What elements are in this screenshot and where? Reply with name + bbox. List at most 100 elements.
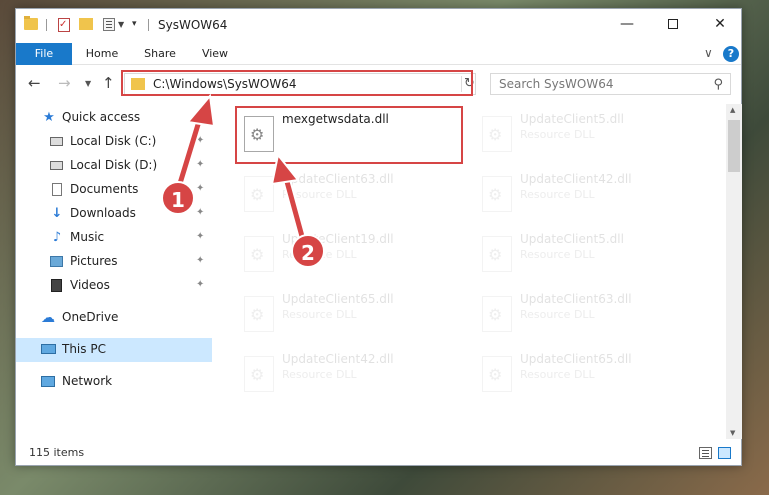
file-item[interactable]: UpdateClient42.dll Resource DLL	[236, 346, 456, 402]
pin-icon: ✦	[196, 183, 205, 194]
sidebar-item-label: Documents	[70, 182, 139, 196]
large-icons-view-icon[interactable]	[718, 447, 731, 459]
pin-icon: ✦	[196, 279, 205, 290]
explorer-window: ✓ ▼ ▾ SysWOW64 — ✕ File Home Share View …	[15, 8, 742, 466]
dll-file-icon	[244, 176, 274, 212]
help-icon[interactable]: ?	[723, 46, 739, 62]
back-button[interactable]: ←	[28, 74, 41, 92]
download-icon: ↓	[51, 206, 63, 221]
ribbon-tabs: File Home Share View ∨ ?	[16, 43, 741, 65]
step-1-callout: 1	[161, 181, 195, 215]
file-item[interactable]: UpdateClient63.dll Resource DLL	[236, 166, 456, 222]
pin-icon: ✦	[196, 159, 205, 170]
search-placeholder: Search SysWOW64	[499, 77, 614, 91]
status-bar: 115 items	[16, 443, 741, 465]
dll-file-icon	[244, 356, 274, 392]
title-bar: ✓ ▼ ▾ SysWOW64 — ✕	[16, 9, 741, 43]
sidebar-item-local-disk-d[interactable]: Local Disk (D:) ✦	[16, 154, 212, 178]
sidebar-item-music[interactable]: ♪ Music ✦	[16, 226, 212, 250]
sidebar-item-label: Quick access	[62, 110, 141, 124]
navigation-pane: ★ Quick access Local Disk (C:) ✦ Local D…	[16, 104, 212, 439]
forward-button[interactable]: →	[58, 74, 71, 92]
properties-check-icon[interactable]: ✓	[58, 18, 70, 32]
cloud-icon: ☁	[41, 310, 55, 326]
tab-home[interactable]: Home	[82, 43, 122, 65]
window-title: SysWOW64	[158, 18, 228, 32]
sidebar-item-network[interactable]: Network	[16, 370, 212, 394]
music-icon: ♪	[52, 230, 62, 245]
quick-access-separator	[46, 19, 47, 31]
file-name: UpdateClient63.dll	[520, 292, 632, 306]
file-list: mexgetwsdata.dll UpdateClient5.dll Resou…	[214, 104, 726, 439]
sidebar-item-label: Downloads	[70, 206, 136, 220]
maximize-button[interactable]	[650, 9, 696, 39]
document-icon	[52, 183, 62, 196]
sidebar-item-quick-access[interactable]: ★ Quick access	[16, 106, 212, 130]
tab-share[interactable]: Share	[140, 43, 180, 65]
sidebar-item-label: This PC	[62, 342, 106, 356]
picture-icon	[50, 256, 63, 267]
title-separator	[148, 19, 149, 31]
file-type: Resource DLL	[520, 188, 595, 201]
customize-toolbar-icon[interactable]: ▾	[132, 19, 137, 29]
file-type: Resource DLL	[520, 308, 595, 321]
file-name: UpdateClient42.dll	[282, 352, 394, 366]
sidebar-item-label: OneDrive	[62, 310, 119, 324]
new-folder-icon[interactable]	[79, 18, 93, 30]
file-item[interactable]: UpdateClient42.dll Resource DLL	[474, 166, 694, 222]
sidebar-item-pictures[interactable]: Pictures ✦	[16, 250, 212, 274]
sidebar-item-videos[interactable]: Videos ✦	[16, 274, 212, 298]
sidebar-item-this-pc[interactable]: This PC	[16, 338, 212, 362]
file-item[interactable]: UpdateClient19.dll Resource DLL	[236, 226, 456, 282]
file-item[interactable]: UpdateClient5.dll Resource DLL	[474, 226, 694, 282]
search-box[interactable]: Search SysWOW64 ⚲	[490, 73, 731, 95]
file-type: Resource DLL	[282, 308, 357, 321]
file-highlight-box	[235, 106, 463, 164]
list-properties-icon[interactable]	[103, 18, 115, 31]
sidebar-item-local-disk-c[interactable]: Local Disk (C:) ✦	[16, 130, 212, 154]
sidebar-item-label: Network	[62, 374, 113, 388]
step-2-callout: 2	[291, 234, 325, 268]
scroll-down-icon[interactable]: ▼	[730, 429, 735, 437]
drive-icon	[50, 161, 63, 170]
details-view-icon[interactable]	[699, 447, 712, 459]
maximize-icon	[668, 19, 678, 29]
up-button[interactable]: ↑	[102, 74, 115, 92]
file-type: Resource DLL	[520, 368, 595, 381]
video-icon	[51, 279, 62, 292]
scrollbar-thumb[interactable]	[728, 120, 740, 172]
item-count: 115 items	[29, 446, 85, 459]
dll-file-icon	[482, 176, 512, 212]
quick-access-dropdown-icon[interactable]: ▼	[118, 20, 124, 29]
file-item[interactable]: UpdateClient65.dll Resource DLL	[474, 346, 694, 402]
star-icon: ★	[43, 110, 55, 125]
tab-file[interactable]: File	[16, 43, 72, 65]
sidebar-item-label: Music	[70, 230, 105, 244]
expand-ribbon-chevron-icon[interactable]: ∨	[704, 46, 713, 60]
navigation-bar: ← → ▼ ↑ C:\Windows\SysWOW64 ↻ Search Sys…	[16, 70, 741, 98]
file-type: Resource DLL	[520, 128, 595, 141]
file-type: Resource DLL	[282, 368, 357, 381]
file-item[interactable]: UpdateClient5.dll Resource DLL	[474, 106, 694, 162]
scroll-up-icon[interactable]: ▲	[730, 106, 735, 114]
pin-icon: ✦	[196, 255, 205, 266]
network-icon	[41, 376, 55, 387]
file-item[interactable]: UpdateClient65.dll Resource DLL	[236, 286, 456, 342]
drive-icon	[50, 137, 63, 146]
file-name: UpdateClient42.dll	[520, 172, 632, 186]
tab-view[interactable]: View	[197, 43, 233, 65]
minimize-button[interactable]: —	[604, 9, 650, 39]
search-icon[interactable]: ⚲	[713, 77, 723, 92]
file-type: Resource DLL	[282, 188, 357, 201]
close-button[interactable]: ✕	[697, 9, 743, 39]
vertical-scrollbar[interactable]: ▲ ▼	[726, 104, 742, 439]
sidebar-item-label: Videos	[70, 278, 110, 292]
sidebar-item-label: Local Disk (C:)	[70, 134, 157, 148]
file-item[interactable]: UpdateClient63.dll Resource DLL	[474, 286, 694, 342]
pin-icon: ✦	[196, 207, 205, 218]
file-name: UpdateClient5.dll	[520, 232, 624, 246]
recent-locations-dropdown[interactable]: ▼	[85, 79, 91, 88]
dll-file-icon	[482, 356, 512, 392]
sidebar-item-onedrive[interactable]: ☁ OneDrive	[16, 306, 212, 330]
quick-access-folder-icon[interactable]	[24, 16, 38, 30]
